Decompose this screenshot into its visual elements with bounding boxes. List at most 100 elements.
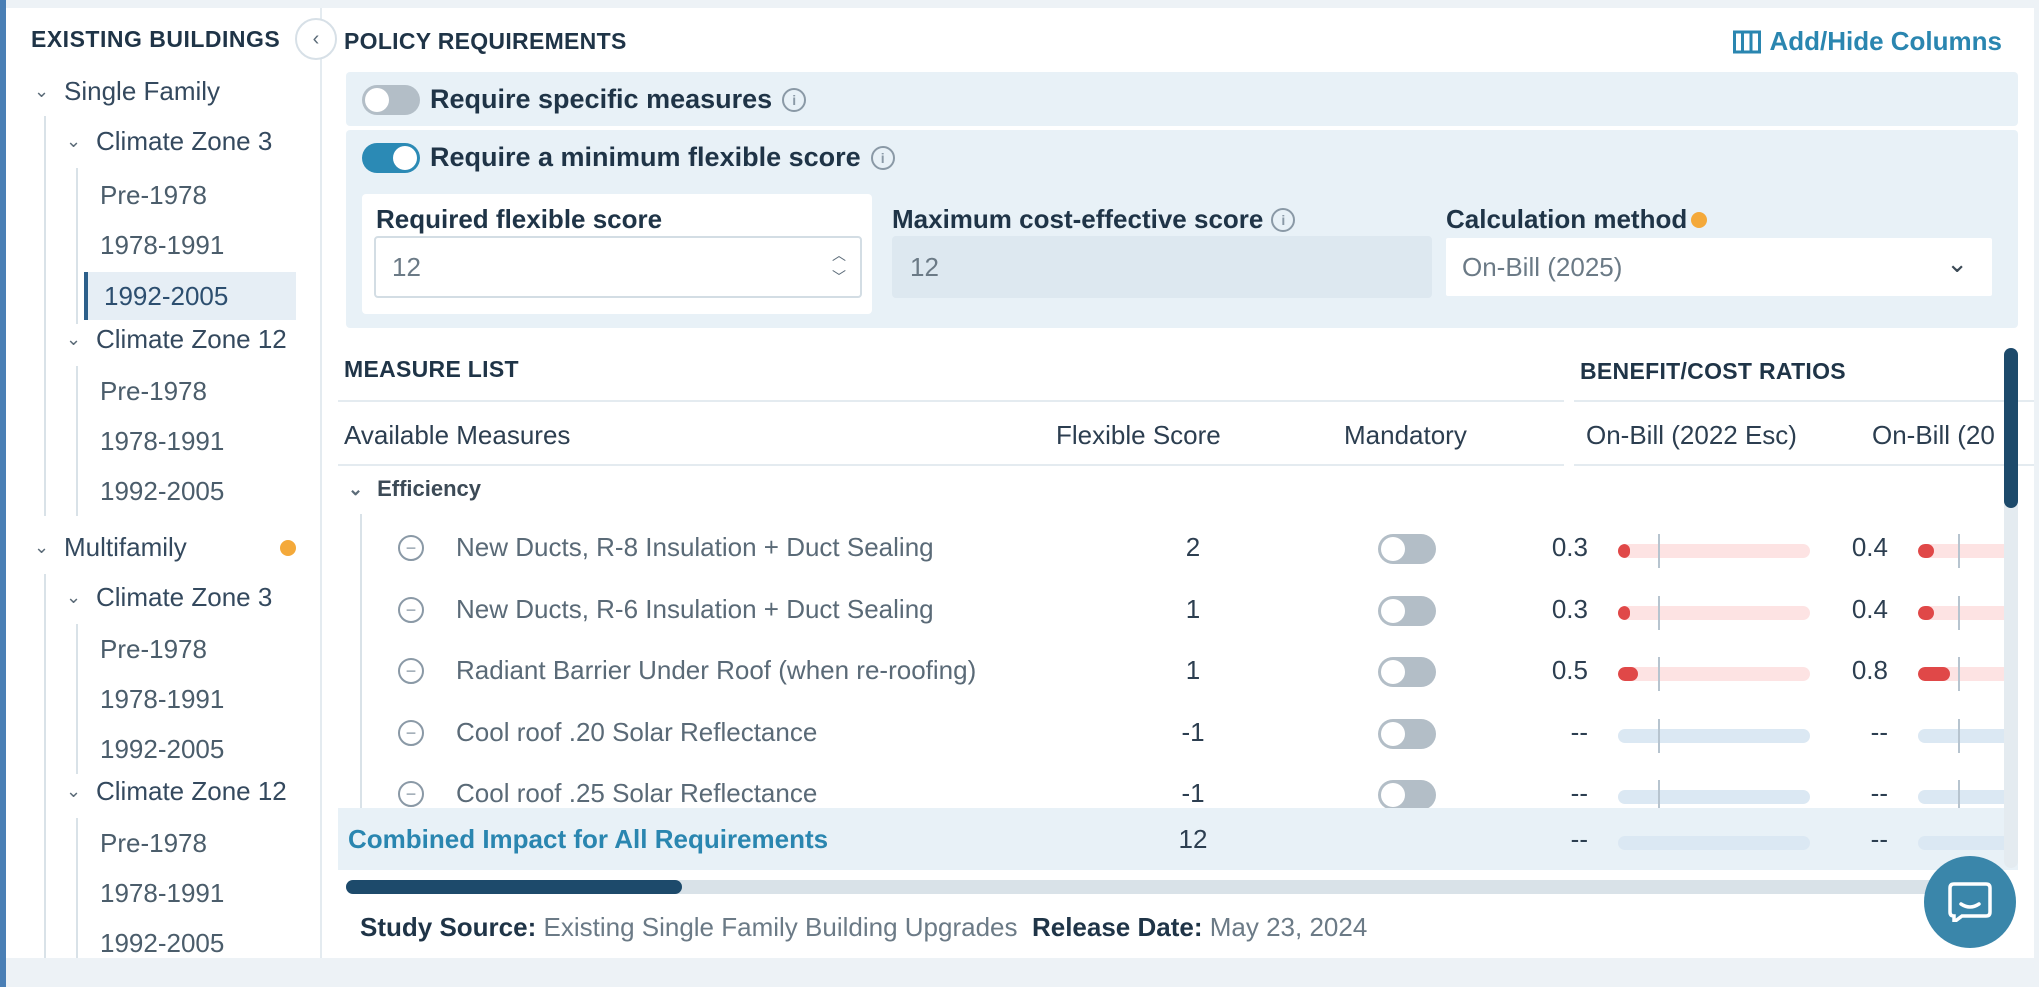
require-flexible-panel: Require a minimum flexible score i Requi… (346, 130, 2018, 328)
ratio-2-value: 0.4 (1851, 593, 1888, 624)
calc-method-card: Calculation method On-Bill (2025) ⌄ (1444, 194, 2004, 314)
sidebar-vintage-item[interactable]: 1978-1991 (100, 230, 224, 261)
tree-line (76, 168, 78, 324)
sidebar-vintage-item[interactable]: Pre-1978 (100, 828, 207, 859)
column-header-ratio-2[interactable]: On-Bill (20 (1872, 420, 1995, 451)
chat-icon (1948, 882, 1992, 922)
calc-method-value: On-Bill (2025) (1462, 251, 1623, 282)
measure-row: − New Ducts, R-8 Insulation + Duct Seali… (338, 520, 2034, 582)
measure-score: -1 (1181, 716, 1205, 747)
ratio-1-bar (1618, 544, 1810, 558)
sidebar-zone-mf-cz3[interactable]: ⌄ Climate Zone 3 (66, 582, 272, 613)
require-specific-label: Require specific measures (430, 84, 773, 114)
info-icon[interactable]: i (782, 87, 807, 112)
add-hide-columns-button[interactable]: Add/Hide Columns (1733, 26, 2002, 57)
column-header-ratio-1[interactable]: On-Bill (2022 Esc) (1586, 420, 1797, 451)
horizontal-scrollbar[interactable] (346, 880, 1986, 894)
ratio-fill (1918, 667, 1950, 681)
sidebar-zone-sf-cz12[interactable]: ⌄ Climate Zone 12 (66, 324, 287, 355)
tree-line (76, 624, 78, 774)
sidebar-vintage-item[interactable]: 1992-2005 (100, 928, 224, 959)
scrollbar-thumb[interactable] (2004, 348, 2018, 508)
divider (338, 400, 1564, 402)
column-header-available[interactable]: Available Measures (344, 420, 570, 451)
sidebar-vintage-item[interactable]: 1978-1991 (100, 684, 224, 715)
mandatory-toggle[interactable] (1378, 595, 1436, 631)
info-icon[interactable]: i (1271, 207, 1296, 232)
chevron-down-icon: ⌄ (66, 781, 82, 801)
sidebar-zone-label: Climate Zone 12 (96, 776, 287, 806)
tree-line (76, 366, 78, 516)
max-score-label-row: Maximum cost-effective score i (892, 204, 1296, 235)
sidebar-zone-mf-cz12[interactable]: ⌄ Climate Zone 12 (66, 776, 287, 807)
vertical-scrollbar[interactable] (2004, 348, 2018, 868)
ratio-2-value: -- (1870, 778, 1888, 808)
combined-ratio-1-bar (1618, 836, 1810, 850)
ratio-1-tick (1658, 718, 1660, 753)
sidebar-vintage-item-selected[interactable]: 1992-2005 (84, 272, 296, 320)
sidebar-vintage-item[interactable]: Pre-1978 (100, 634, 207, 665)
sidebar-vintage-item[interactable]: Pre-1978 (100, 180, 207, 211)
measure-row: − Radiant Barrier Under Roof (when re-ro… (338, 643, 2034, 705)
measure-group-efficiency[interactable]: ⌄ Efficiency (348, 476, 481, 502)
measure-score: 1 (1185, 593, 1201, 624)
required-score-input[interactable]: 12 ︿ ﹀ (374, 236, 862, 298)
sidebar-vintage-item[interactable]: 1992-2005 (100, 734, 224, 765)
calc-method-select[interactable]: On-Bill (2025) ⌄ (1444, 236, 1994, 298)
require-specific-panel: Require specific measures i (346, 72, 2018, 126)
scrollbar-thumb[interactable] (346, 880, 682, 894)
columns-icon (1733, 30, 1762, 53)
combined-score: 12 (1178, 824, 1208, 854)
ratio-2-bar (1918, 544, 2018, 558)
ratio-2-bar (1918, 790, 2018, 804)
mandatory-toggle[interactable] (1378, 657, 1436, 692)
ratio-1-tick (1658, 595, 1660, 630)
sidebar-group-single-family[interactable]: ⌄ Single Family (34, 76, 220, 107)
require-flexible-label: Require a minimum flexible score (430, 142, 861, 172)
require-specific-toggle[interactable] (362, 84, 420, 115)
add-hide-columns-label: Add/Hide Columns (1769, 26, 2002, 56)
measure-score: 2 (1185, 532, 1201, 562)
combined-impact-label[interactable]: Combined Impact for All Requirements (348, 824, 828, 855)
require-flexible-toggle[interactable] (362, 142, 420, 173)
number-stepper-icon[interactable]: ︿ ﹀ (832, 244, 846, 288)
required-score-value: 12 (392, 251, 421, 282)
ratio-2-tick (1958, 534, 1960, 568)
remove-measure-icon[interactable]: − (398, 781, 424, 807)
max-score-input: 12 (892, 236, 1432, 298)
ratio-fill (1918, 544, 1934, 558)
sidebar-vintage-item[interactable]: 1978-1991 (100, 878, 224, 909)
sidebar-group-multifamily[interactable]: ⌄ Multifamily (34, 532, 296, 563)
remove-measure-icon[interactable]: − (398, 658, 424, 684)
max-score-value: 12 (910, 251, 939, 282)
sidebar-zone-label: Climate Zone 12 (96, 324, 287, 354)
ratio-2-bar (1918, 728, 2018, 743)
chevron-down-icon: ⌄ (66, 329, 82, 349)
ratio-fill (1918, 605, 1934, 620)
sidebar-zone-sf-cz3[interactable]: ⌄ Climate Zone 3 (66, 126, 272, 157)
collapse-sidebar-button[interactable]: ‹ (295, 18, 337, 60)
measure-list-title: MEASURE LIST (344, 356, 519, 382)
combined-impact-row: Combined Impact for All Requirements 12 … (338, 808, 2018, 870)
column-header-flexible-score[interactable]: Flexible Score (1056, 420, 1221, 451)
mandatory-toggle[interactable] (1378, 718, 1436, 754)
chat-button[interactable] (1924, 856, 2016, 948)
ratio-1-value: -- (1570, 716, 1588, 747)
sidebar-vintage-item[interactable]: 1978-1991 (100, 426, 224, 457)
sidebar: EXISTING BUILDINGS ⌄ Single Family ⌄ Cli… (6, 8, 322, 958)
chevron-down-icon: ⌄ (66, 587, 82, 607)
ratio-2-tick (1958, 595, 1960, 630)
calc-method-label: Calculation method (1446, 204, 1688, 234)
info-icon[interactable]: i (870, 145, 895, 170)
mandatory-toggle[interactable] (1378, 534, 1436, 569)
sidebar-group-label: Single Family (64, 76, 221, 106)
remove-measure-icon[interactable]: − (398, 535, 424, 561)
required-score-label: Required flexible score (376, 204, 663, 234)
require-flexible-row: Require a minimum flexible score i (362, 142, 895, 173)
sidebar-vintage-item[interactable]: Pre-1978 (100, 376, 207, 407)
measure-name: Radiant Barrier Under Roof (when re-roof… (456, 655, 977, 685)
remove-measure-icon[interactable]: − (398, 596, 424, 623)
sidebar-vintage-item[interactable]: 1992-2005 (100, 476, 224, 507)
remove-measure-icon[interactable]: − (398, 719, 424, 746)
column-header-mandatory[interactable]: Mandatory (1344, 420, 1467, 451)
